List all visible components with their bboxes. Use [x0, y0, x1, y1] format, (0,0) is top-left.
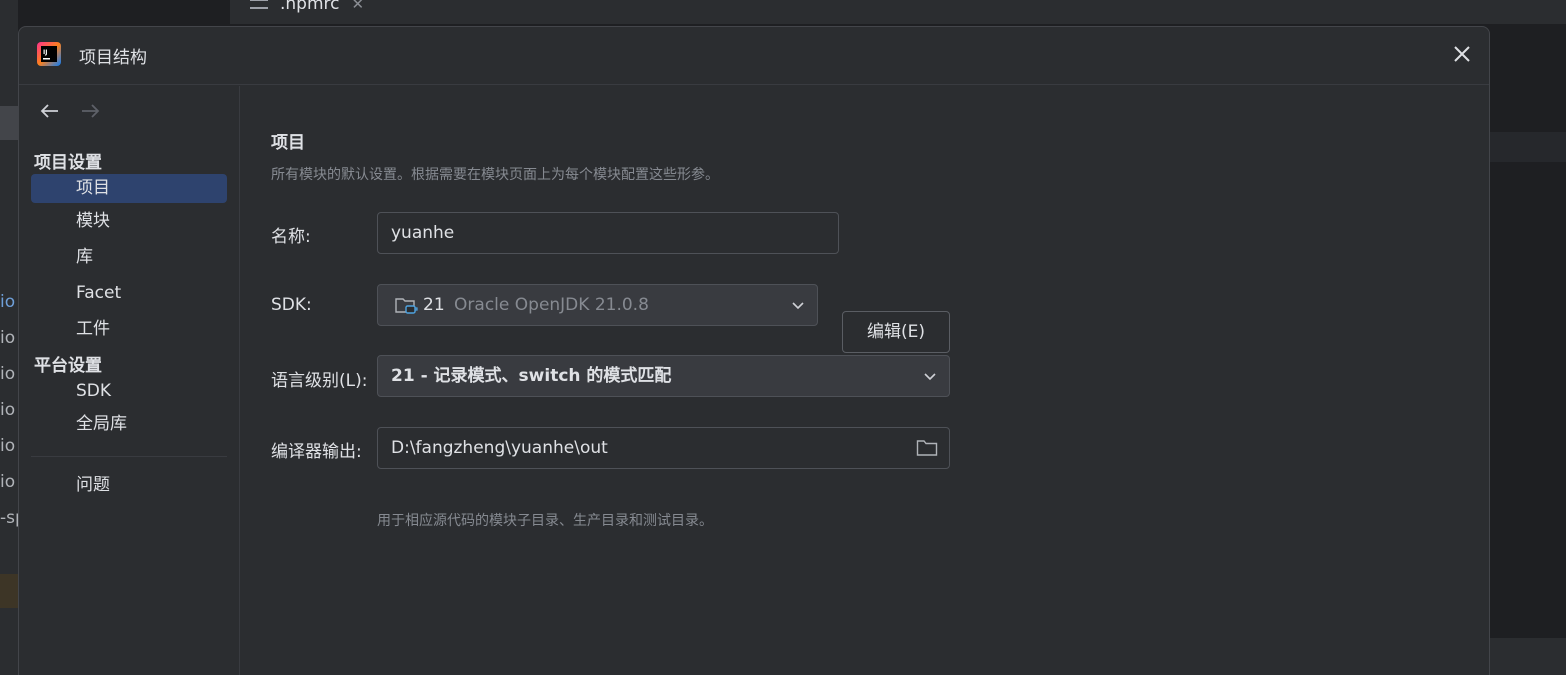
- sidebar-item-global-libraries[interactable]: 全局库: [31, 410, 227, 439]
- compiler-output-hint: 用于相应源代码的模块子目录、生产目录和测试目录。: [377, 513, 713, 529]
- tree-fragment: io: [0, 436, 16, 456]
- name-label: 名称:: [271, 227, 311, 247]
- project-settings-panel: 项目 所有模块的默认设置。根据需要在模块页面上为每个模块配置这些形参。 名称: …: [241, 86, 1489, 675]
- compiler-output-value: D:\fangzheng\yuanhe\out: [391, 438, 608, 458]
- file-lines-icon: [250, 0, 268, 9]
- sidebar-item-problems[interactable]: 问题: [31, 471, 227, 500]
- selected-row: [0, 106, 18, 140]
- tab-close-icon[interactable]: ✕: [352, 0, 365, 13]
- forward-arrow-icon[interactable]: [79, 100, 101, 122]
- chevron-down-icon: [792, 302, 804, 310]
- tree-fragment: io: [0, 364, 16, 384]
- sdk-label: SDK:: [271, 295, 312, 315]
- editor-tab[interactable]: .npmrc ✕: [250, 0, 364, 14]
- sidebar-item-modules[interactable]: 模块: [31, 207, 227, 236]
- intellij-logo-icon: IJ: [37, 42, 61, 66]
- current-line-highlight: [1490, 132, 1566, 162]
- editor-tab-bar: .npmrc ✕: [230, 0, 1566, 24]
- ide-left-panel: io io io io io io -sp: [0, 0, 18, 675]
- dialog-title: 项目结构: [79, 48, 147, 68]
- nav-arrows: [39, 100, 101, 122]
- project-name-input[interactable]: yuanhe: [377, 212, 839, 254]
- compiler-output-label: 编译器输出:: [271, 442, 362, 462]
- sdk-dropdown[interactable]: 21 Oracle OpenJDK 21.0.8: [377, 284, 818, 326]
- sdk-version: 21: [423, 295, 445, 315]
- language-level-dropdown[interactable]: 21 - 记录模式、switch 的模式匹配: [377, 355, 950, 397]
- chevron-down-icon: [924, 373, 936, 381]
- sidebar-item-sdk[interactable]: SDK: [31, 377, 227, 406]
- editor-tab-label: .npmrc: [280, 0, 340, 14]
- sidebar-item-artifacts[interactable]: 工件: [31, 315, 227, 344]
- dialog-titlebar: IJ 项目结构: [19, 27, 1489, 85]
- sdk-folder-icon: [395, 298, 418, 314]
- section-project-settings: 项目设置: [34, 153, 102, 173]
- svg-text:IJ: IJ: [43, 49, 47, 56]
- tree-fragment: -sp: [0, 508, 18, 528]
- folder-icon[interactable]: [916, 439, 938, 457]
- language-level-value: 21 - 记录模式、switch 的模式匹配: [391, 366, 672, 386]
- tree-fragment: io: [0, 400, 16, 420]
- ide-editor-area: [1490, 26, 1566, 675]
- edit-sdk-button[interactable]: 编辑(E): [842, 311, 950, 353]
- sidebar-item-libraries[interactable]: 库: [31, 243, 227, 272]
- sidebar-item-facet[interactable]: Facet: [31, 279, 227, 308]
- tree-fragment: io: [0, 328, 16, 348]
- editor-bottom-panel: [1490, 638, 1566, 675]
- compiler-output-input[interactable]: D:\fangzheng\yuanhe\out: [377, 427, 950, 469]
- section-platform-settings: 平台设置: [34, 356, 102, 376]
- highlighted-row: [0, 574, 18, 608]
- sidebar-item-project[interactable]: 项目: [31, 174, 227, 203]
- page-description: 所有模块的默认设置。根据需要在模块页面上为每个模块配置这些形参。: [271, 167, 719, 183]
- settings-sidebar: 项目设置 项目 模块 库 Facet 工件 平台设置 SDK 全局库 问题: [19, 86, 240, 675]
- sidebar-divider: [31, 456, 227, 457]
- editor-surface: [1490, 36, 1566, 636]
- language-level-label: 语言级别(L):: [271, 371, 368, 391]
- sdk-name: Oracle OpenJDK 21.0.8: [454, 295, 649, 315]
- close-icon[interactable]: [1449, 41, 1475, 67]
- tree-fragment: io: [0, 292, 16, 312]
- project-structure-dialog: IJ 项目结构 项目设置 项目 模块 库 Facet 工件 平台设置 SDK 全…: [18, 26, 1490, 675]
- tree-fragment: io: [0, 472, 16, 492]
- back-arrow-icon[interactable]: [39, 100, 61, 122]
- page-title: 项目: [271, 133, 305, 153]
